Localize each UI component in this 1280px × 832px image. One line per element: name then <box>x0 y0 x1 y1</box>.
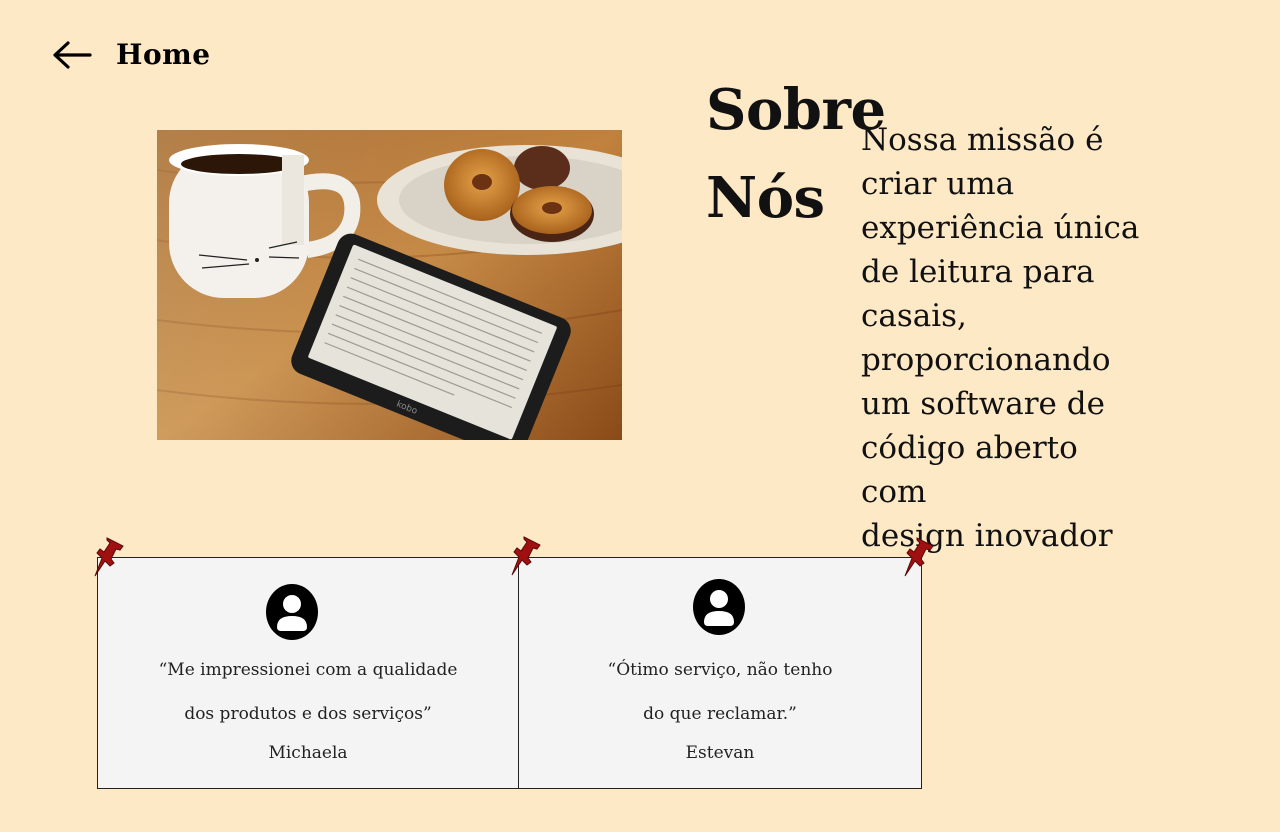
title-line-2: Nós <box>706 165 825 231</box>
arrow-left-icon <box>50 40 92 70</box>
user-avatar-icon <box>265 583 319 641</box>
mission-line: casais, <box>861 298 967 334</box>
mission-line: design inovador <box>861 518 1113 554</box>
testimonial-quote: “Me impressionei com a qualidade dos pro… <box>98 648 518 736</box>
mission-text: Nossa missão é criar uma experiência úni… <box>861 118 1151 558</box>
testimonial-quote: “Ótimo serviço, não tenho do que reclama… <box>519 648 921 736</box>
mission-line: Nossa missão é <box>861 122 1104 158</box>
quote-line: dos produtos e dos serviços” <box>184 704 432 724</box>
mission-line: um software de <box>861 386 1105 422</box>
pushpin-icon <box>903 536 937 578</box>
testimonial-card: “Ótimo serviço, não tenho do que reclama… <box>518 557 922 789</box>
testimonial-author: Estevan <box>685 743 755 763</box>
pushpin-icon <box>510 535 544 577</box>
user-avatar-icon <box>692 578 746 636</box>
mission-line: proporcionando <box>861 342 1111 378</box>
page-title: Sobre Nós <box>706 66 886 242</box>
testimonials-board: “Me impressionei com a qualidade dos pro… <box>97 557 923 791</box>
quote-line: “Ótimo serviço, não tenho <box>607 660 833 680</box>
back-home-link[interactable]: Home <box>50 38 211 71</box>
mission-line: criar uma <box>861 166 1015 202</box>
mission-line: experiência única <box>861 210 1140 246</box>
quote-line: do que reclamar.” <box>643 704 797 724</box>
quote-line: “Me impressionei com a qualidade <box>158 660 458 680</box>
testimonial-card: “Me impressionei com a qualidade dos pro… <box>97 557 519 789</box>
pushpin-icon <box>93 536 127 578</box>
mission-line: código aberto com <box>861 430 1078 510</box>
back-label: Home <box>116 38 211 71</box>
mission-line: de leitura para <box>861 254 1095 290</box>
testimonial-author: Michaela <box>268 743 348 763</box>
hero-photo: kobo <box>157 130 622 440</box>
title-line-1: Sobre <box>706 77 886 143</box>
